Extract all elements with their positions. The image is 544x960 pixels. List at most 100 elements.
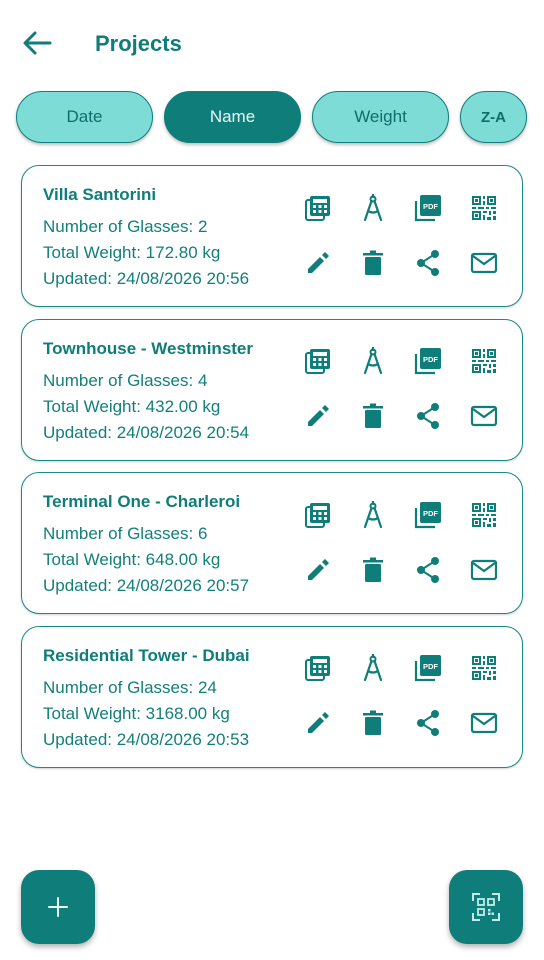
share-icon [414,249,442,282]
scan-qr-button[interactable] [449,870,523,944]
edit-button[interactable] [303,557,333,587]
compass-icon [359,652,387,687]
edit-icon [304,249,332,282]
sort-chip-row: Date Name Weight Z-A [16,91,536,143]
share-button[interactable] [413,556,443,589]
qr-code-button[interactable] [469,502,499,532]
delete-button[interactable] [358,402,388,435]
measure-button[interactable] [358,345,388,380]
updated-time: Updated: 24/08/2026 20:53 [43,729,250,749]
mail-icon [470,709,498,742]
total-weight: Total Weight: 432.00 kg [43,396,221,416]
qr-code-button[interactable] [469,656,499,686]
calculator-button[interactable] [303,349,333,379]
email-button[interactable] [469,557,499,587]
add-icon [48,897,68,917]
delete-button[interactable] [358,250,388,280]
sort-chip-name[interactable]: Name [164,91,301,143]
compass-icon [359,499,387,534]
project-card[interactable]: Residential Tower - Dubai Number of Glas… [21,625,523,768]
calculator-icon [304,501,332,534]
pdf-icon: PDF [414,501,442,534]
delete-icon [359,249,387,282]
qr-code-icon [470,501,498,534]
email-button[interactable] [469,711,499,741]
share-button[interactable] [413,249,443,282]
page-title: Projects [95,31,182,56]
export-pdf-button[interactable]: PDF [413,501,443,534]
calculator-button[interactable] [303,656,333,686]
export-pdf-button[interactable]: PDF [413,654,443,687]
qr-code-icon [470,654,498,687]
svg-text:PDF: PDF [423,355,438,364]
svg-text:PDF: PDF [423,662,438,671]
qr-scan-icon [472,893,500,921]
project-name: Terminal One - Charleroi [43,492,241,511]
total-weight: Total Weight: 3168.00 kg [43,703,230,723]
edit-button[interactable] [303,250,333,280]
calculator-button[interactable] [303,502,333,532]
qr-code-icon [470,347,498,380]
project-name: Residential Tower - Dubai [43,645,250,665]
glass-count: Number of Glasses: 4 [43,370,208,390]
glass-count: Number of Glasses: 2 [43,217,208,236]
glass-count: Number of Glasses: 24 [43,677,217,697]
svg-text:PDF: PDF [423,509,438,518]
sort-chip-date[interactable]: Date [16,91,153,143]
calculator-icon [304,654,332,687]
calculator-button[interactable] [303,195,333,225]
share-icon [414,402,442,435]
email-button[interactable] [469,250,499,280]
app-bar: Projects [0,0,544,88]
arrow-back-icon [23,31,52,55]
calculator-icon [304,194,332,227]
edit-button[interactable] [303,711,333,741]
compass-icon [359,345,387,380]
edit-icon [304,709,332,742]
total-weight: Total Weight: 648.00 kg [43,550,221,569]
export-pdf-button[interactable]: PDF [413,347,443,380]
export-pdf-button[interactable]: PDF [413,194,443,227]
updated-time: Updated: 24/08/2026 20:57 [43,576,250,595]
svg-text:PDF: PDF [423,202,438,211]
edit-icon [304,556,332,589]
project-card[interactable]: Townhouse - Westminster Number of Glasse… [21,318,523,461]
mail-icon [470,249,498,282]
measure-button[interactable] [358,192,388,227]
share-icon [414,556,442,589]
delete-button[interactable] [358,710,388,741]
measure-button[interactable] [358,499,388,534]
back-button[interactable] [20,28,54,58]
qr-code-button[interactable] [469,195,499,225]
qr-code-button[interactable] [469,349,499,379]
add-project-button[interactable] [21,870,95,944]
updated-time: Updated: 24/08/2026 20:56 [43,269,250,288]
calculator-icon [304,347,332,380]
email-button[interactable] [469,404,499,434]
share-icon [414,709,442,742]
project-card[interactable]: Terminal One - Charleroi Number of Glass… [21,472,523,614]
share-button[interactable] [413,402,443,435]
project-name: Townhouse - Westminster [43,338,254,358]
qr-code-icon [470,194,498,227]
delete-button[interactable] [358,557,388,587]
mail-icon [470,402,498,435]
total-weight: Total Weight: 172.80 kg [43,243,221,262]
edit-button[interactable] [303,404,333,434]
sort-chip-weight[interactable]: Weight [312,91,449,143]
project-card[interactable]: Villa Santorini Number of Glasses: 2 Tot… [21,165,523,307]
project-name: Villa Santorini [43,185,157,204]
delete-icon [359,402,387,435]
edit-icon [304,402,332,435]
delete-icon [359,556,387,589]
compass-icon [359,192,387,227]
pdf-icon: PDF [414,194,442,227]
pdf-icon: PDF [414,347,442,380]
mail-icon [470,556,498,589]
glass-count: Number of Glasses: 6 [43,524,208,543]
measure-button[interactable] [358,652,388,687]
share-button[interactable] [413,709,443,742]
pdf-icon: PDF [414,654,442,687]
sort-chip-z-a[interactable]: Z-A [460,91,527,143]
updated-time: Updated: 24/08/2026 20:54 [43,422,250,442]
